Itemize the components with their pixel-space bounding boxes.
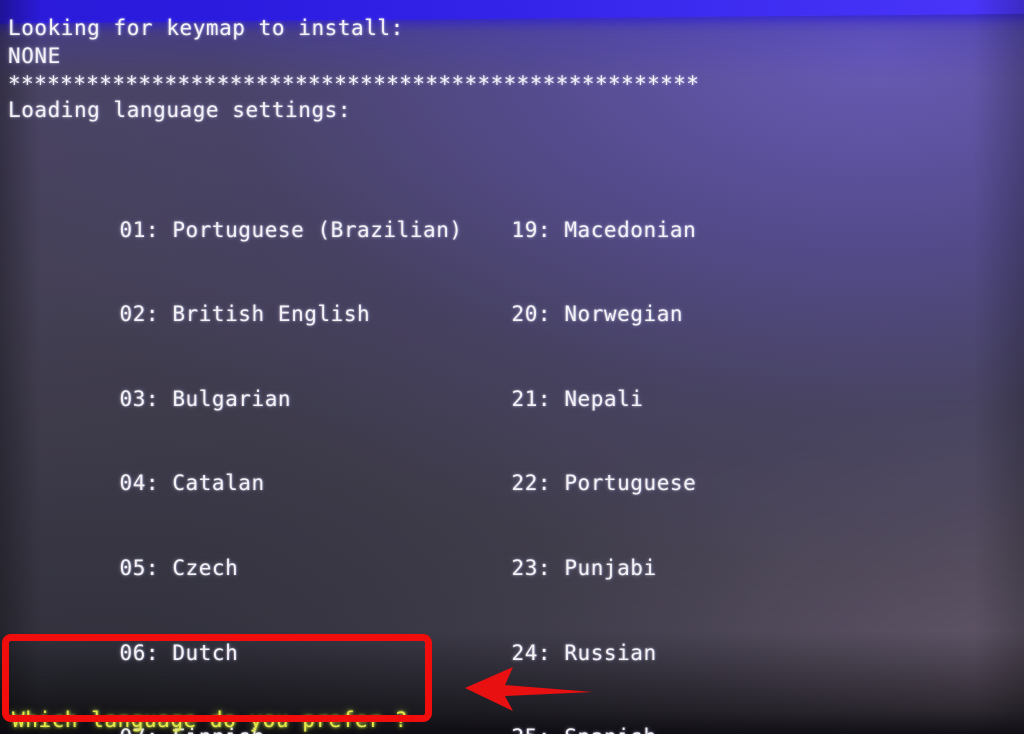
list-item[interactable]: 01: Portuguese (Brazilian) [14,187,463,242]
list-item-number: 04: [119,471,160,496]
list-item-number: 22: [511,471,552,496]
list-item-number: 25: [512,725,552,734]
list-item-number: 01: [119,217,160,242]
list-item[interactable]: 03: Bulgarian [14,357,463,411]
list-item-label: Macedonian [564,217,697,242]
list-item-number: 05: [119,555,160,580]
list-item-number: 24: [511,640,552,665]
keymap-value-line: NONE [8,44,61,68]
list-item[interactable]: 19: Macedonian [406,187,973,242]
list-item-number: 21: [511,386,552,411]
language-header-line: Loading language settings: [8,98,352,122]
list-item[interactable]: 23: Punjabi [406,526,973,580]
list-item-number: 19: [511,217,552,242]
list-item[interactable]: 02: British English [14,272,463,326]
separator-line: ****************************************… [8,72,700,96]
list-item-number: 20: [511,302,552,327]
list-item-label: Nepali [564,386,644,411]
list-item-label: Norwegian [564,302,684,327]
terminal-screen: Looking for keymap to install: NONE ****… [0,0,1024,734]
annotation-arrow [465,663,593,715]
list-item[interactable]: 22: Portuguese [406,441,973,495]
list-item[interactable]: 24: Russian [406,610,973,665]
list-item-number: 02: [119,302,160,327]
console-output: Looking for keymap to install: NONE ****… [0,0,1024,734]
left-arrow-icon [465,667,593,711]
list-item[interactable]: 05: Czech [14,526,463,580]
keymap-header-line: Looking for keymap to install: [8,16,404,40]
list-item-label: British English [172,302,371,327]
list-item[interactable]: 04: Catalan [14,441,463,495]
list-item[interactable]: 20: Norwegian [406,272,973,326]
list-item-label: Punjabi [564,555,657,580]
list-item-label: Russian [564,640,657,665]
list-item-number: 03: [119,386,160,411]
list-item-label: Portuguese [564,471,697,496]
list-item-label: Spanish [564,725,656,734]
list-item-number: 23: [511,555,552,580]
language-list-right-column: 19: Macedonian 20: Norwegian 21: Nepali … [406,131,973,734]
list-item[interactable]: 21: Nepali [406,357,973,411]
prompt-highlight-box [2,634,432,722]
list-item-label: Czech [172,555,239,580]
list-item-label: Catalan [172,471,265,496]
list-item-label: Bulgarian [172,386,292,411]
